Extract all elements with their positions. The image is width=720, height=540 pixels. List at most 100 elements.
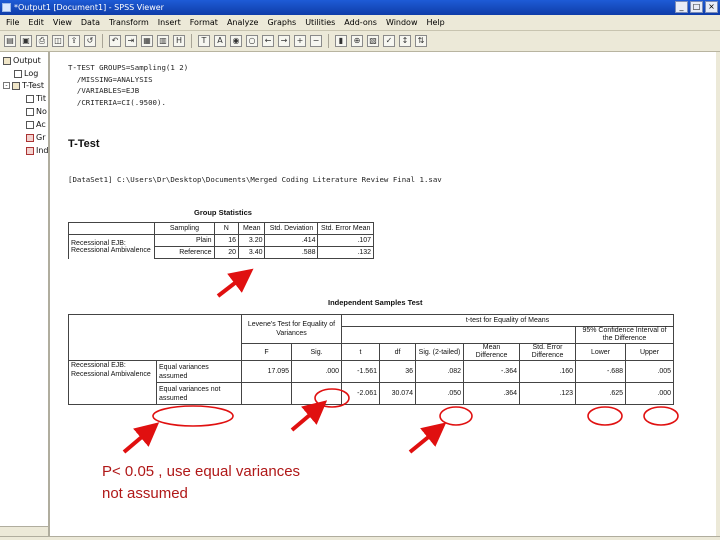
menu-transform[interactable]: Transform (109, 18, 149, 27)
tree-item-label: Tit (36, 94, 46, 103)
sort-icon[interactable]: ⇅ (415, 35, 427, 47)
demote-icon[interactable]: → (278, 35, 290, 47)
save-icon[interactable]: ▣ (20, 35, 32, 47)
outline-horizontal-scrollbar[interactable] (0, 526, 48, 536)
cell: .160 (519, 360, 576, 383)
header-mean: Mean (237, 222, 266, 235)
maximize-button[interactable]: □ (690, 1, 703, 13)
cell: Plain (154, 234, 215, 247)
toolbar-separator (191, 34, 192, 48)
header-lower: Lower (575, 343, 626, 361)
cell: .625 (575, 382, 626, 405)
cell: .132 (317, 246, 374, 259)
scroll-icon[interactable]: ↕ (399, 35, 411, 47)
menu-add-ons[interactable]: Add-ons (344, 18, 377, 27)
document-icon (26, 107, 34, 116)
insert-title-icon[interactable]: T (198, 35, 210, 47)
annotation-note: P< 0.05 , use equal variances not assume… (102, 463, 301, 502)
insert-text-icon[interactable]: A (214, 35, 226, 47)
folder-icon (12, 81, 20, 90)
collapse-icon[interactable]: − (310, 35, 322, 47)
open-icon[interactable]: ▤ (4, 35, 16, 47)
independent-samples-test-table[interactable]: Levene's Test for Equality of Variances … (68, 314, 674, 405)
levene-group-header: Levene's Test for Equality of Variances (241, 314, 342, 344)
window-titlebar: *Output1 [Document1] - SPSS Viewer _ □ × (0, 0, 720, 15)
cell: -.688 (575, 360, 626, 383)
window-title: *Output1 [Document1] - SPSS Viewer (14, 3, 164, 12)
menu-window[interactable]: Window (386, 18, 418, 27)
tree-item-independent-test[interactable]: Ind (26, 146, 49, 155)
cell: .123 (519, 382, 576, 405)
header-t: t (341, 343, 380, 361)
variables-icon[interactable]: ▥ (157, 35, 169, 47)
cell (291, 382, 342, 405)
export-icon[interactable]: ⇪ (68, 35, 80, 47)
header-mean-difference: Mean Difference (463, 343, 520, 361)
syntax-line: T-TEST GROUPS=Sampling(1 2) (68, 63, 189, 72)
goto-case-icon[interactable]: ⇥ (125, 35, 137, 47)
table-icon (26, 133, 34, 142)
cell: -2.061 (341, 382, 380, 405)
collapse-icon[interactable]: - (3, 82, 10, 89)
print-preview-icon[interactable]: ◫ (52, 35, 64, 47)
tree-item-output[interactable]: Output (3, 56, 41, 65)
undo-icon[interactable]: ↶ (109, 35, 121, 47)
select-cases-icon[interactable]: ✓ (383, 35, 395, 47)
tree-item-log[interactable]: Log (14, 69, 38, 78)
cell: .588 (264, 246, 319, 259)
tree-item-ttest[interactable]: - T-Test (3, 81, 44, 90)
content-vertical-scrollbar[interactable] (716, 52, 720, 536)
cell: 16 (213, 234, 239, 247)
cell: .000 (291, 360, 342, 383)
header-n: N (213, 222, 239, 235)
tree-item-label: Output (13, 56, 41, 65)
designate-window-icon[interactable]: ▮ (335, 35, 347, 47)
cell: .414 (264, 234, 319, 247)
cell: .107 (317, 234, 374, 247)
outline-pane: Output Log - T-Test Tit No Ac Gr Ind (0, 52, 50, 536)
cell: -1.561 (341, 360, 380, 383)
cell (241, 382, 292, 405)
cell: 30.074 (379, 382, 416, 405)
menu-file[interactable]: File (6, 18, 19, 27)
row-equal-variances-not-assumed: Equal variances not assumed (156, 382, 242, 405)
promote-icon[interactable]: ← (262, 35, 274, 47)
tree-item-notes[interactable]: No (26, 107, 47, 116)
insert-heading-icon[interactable]: H (173, 35, 185, 47)
header-sig-2-tailed: Sig. (2-tailed) (415, 343, 464, 361)
syntax-line: /VARIABLES=EJB (68, 86, 140, 95)
zoom-icon[interactable]: ⊕ (351, 35, 363, 47)
syntax-block: T-TEST GROUPS=Sampling(1 2) /MISSING=ANA… (68, 62, 188, 108)
tree-item-active-dataset[interactable]: Ac (26, 120, 46, 129)
menu-analyze[interactable]: Analyze (227, 18, 259, 27)
header-std-error-mean: Std. Error Mean (317, 222, 374, 235)
show-icon[interactable]: ◉ (230, 35, 242, 47)
group-statistics-table[interactable]: Sampling N Mean Std. Deviation Std. Erro… (67, 222, 374, 259)
hide-icon[interactable]: ○ (246, 35, 258, 47)
menu-edit[interactable]: Edit (28, 18, 44, 27)
cell: .050 (415, 382, 464, 405)
tree-item-title[interactable]: Tit (26, 94, 46, 103)
minimize-button[interactable]: _ (675, 1, 688, 13)
menu-help[interactable]: Help (427, 18, 445, 27)
menu-insert[interactable]: Insert (158, 18, 181, 27)
dialog-recall-icon[interactable]: ↺ (84, 35, 96, 47)
insert-output-icon[interactable]: ▧ (367, 35, 379, 47)
cell: .005 (625, 360, 674, 383)
cell: -.364 (463, 360, 520, 383)
menu-utilities[interactable]: Utilities (305, 18, 335, 27)
tree-item-label: Gr (36, 133, 46, 142)
folder-icon (3, 56, 11, 65)
tree-item-group-statistics[interactable]: Gr (26, 133, 46, 142)
menu-graphs[interactable]: Graphs (267, 18, 296, 27)
menu-format[interactable]: Format (190, 18, 218, 27)
cell: .082 (415, 360, 464, 383)
menu-data[interactable]: Data (81, 18, 100, 27)
print-icon[interactable]: ⎙ (36, 35, 48, 47)
header-sig: Sig. (291, 343, 342, 361)
goto-data-icon[interactable]: ▦ (141, 35, 153, 47)
close-button[interactable]: × (705, 1, 718, 13)
tree-item-label: T-Test (22, 81, 45, 90)
expand-icon[interactable]: + (294, 35, 306, 47)
menu-view[interactable]: View (53, 18, 72, 27)
